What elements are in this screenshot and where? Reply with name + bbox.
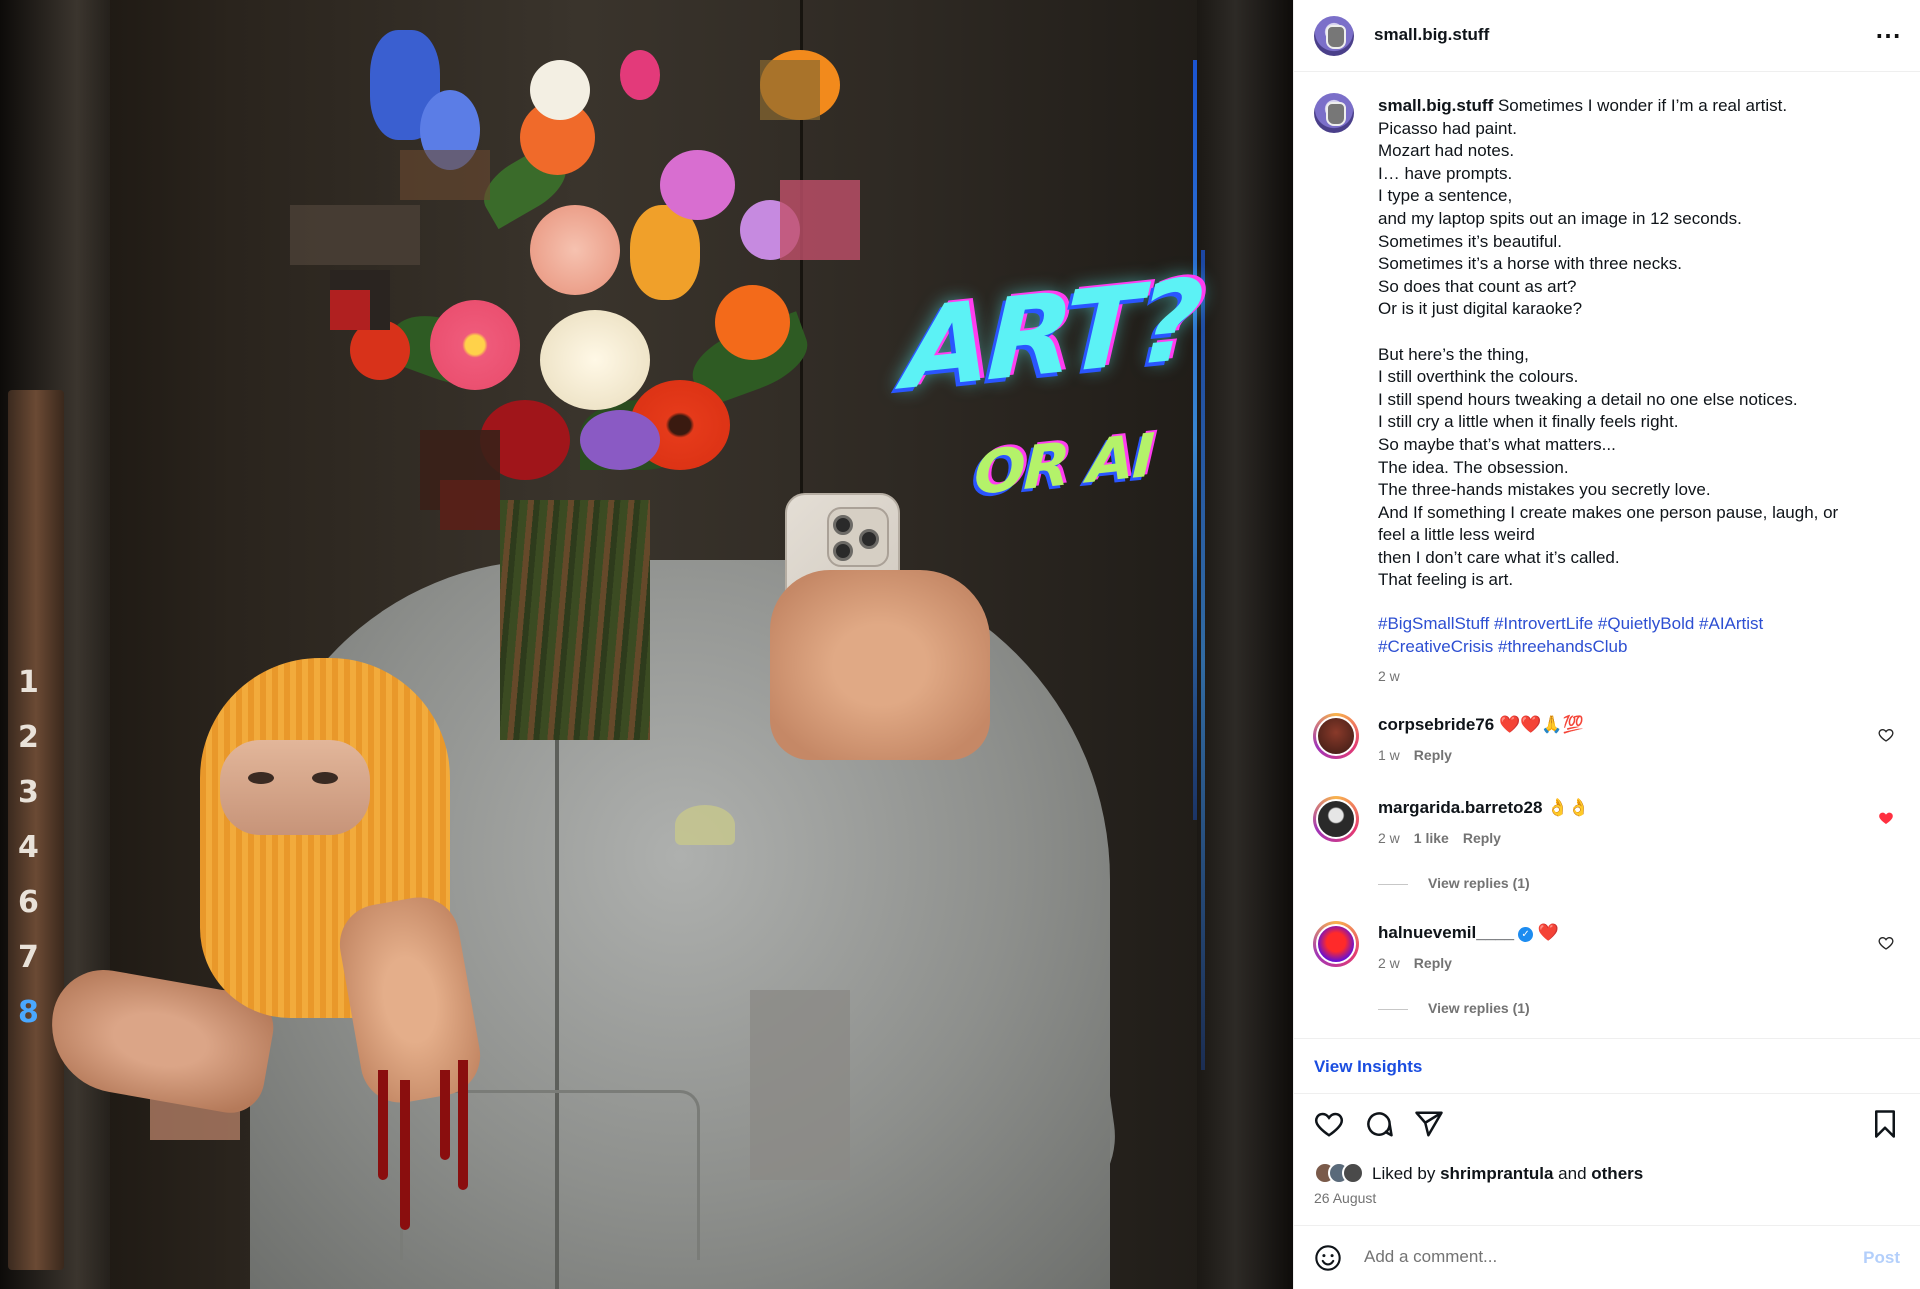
comment-username[interactable]: halnuevemil____ xyxy=(1378,923,1514,942)
comment-input[interactable] xyxy=(1364,1242,1824,1272)
hashtag-link[interactable]: #QuietlyBold xyxy=(1598,614,1694,633)
view-replies-button[interactable]: View replies (1) xyxy=(1378,1000,1530,1016)
comment-text: 👌👌 xyxy=(1547,798,1590,817)
comment-icon[interactable] xyxy=(1364,1109,1394,1139)
floor-button: 1 xyxy=(18,665,39,700)
elevator-wall-right xyxy=(1197,0,1293,1289)
caption-avatar[interactable] xyxy=(1314,93,1354,133)
comment-time[interactable]: 1 w xyxy=(1378,747,1400,763)
comment-text: ❤️ xyxy=(1537,923,1559,942)
post-caption: small.big.stuff Sometimes I wonder if I’… xyxy=(1378,96,1839,590)
liker-avatars[interactable] xyxy=(1314,1162,1364,1184)
pixelation-block xyxy=(290,205,420,265)
face xyxy=(220,740,370,835)
floor-button: 2 xyxy=(18,720,39,755)
view-replies-button[interactable]: View replies (1) xyxy=(1378,875,1530,891)
blue-light-strip xyxy=(1193,60,1197,820)
header-username[interactable]: small.big.stuff xyxy=(1374,25,1489,45)
hashtag-link[interactable]: #IntrovertLife xyxy=(1494,614,1593,633)
share-icon[interactable] xyxy=(1414,1109,1444,1139)
caption-username[interactable]: small.big.stuff xyxy=(1378,96,1493,115)
reply-button[interactable]: Reply xyxy=(1463,830,1501,846)
floor-button: 3 xyxy=(18,775,39,810)
avatar[interactable] xyxy=(1313,796,1359,842)
liker-username[interactable]: shrimprantula xyxy=(1440,1164,1553,1183)
bookmark-icon[interactable] xyxy=(1870,1109,1900,1139)
pixelation-block xyxy=(750,990,850,1180)
blue-light-strip xyxy=(1201,250,1205,1070)
comment-username[interactable]: corpsebride76 xyxy=(1378,715,1494,734)
pixelation-block xyxy=(760,60,820,120)
camera-icon xyxy=(827,507,889,567)
comment-time[interactable]: 2 w xyxy=(1378,830,1400,846)
comment-username[interactable]: margarida.barreto28 xyxy=(1378,798,1542,817)
pixelation-block xyxy=(400,150,490,200)
hashtag-link[interactable]: #BigSmallStuff xyxy=(1378,614,1489,633)
post-image[interactable]: 1 2 3 4 6 7 8 ART? OR AI xyxy=(0,0,1293,1289)
floor-button: 6 xyxy=(18,885,39,920)
post-date[interactable]: 26 August xyxy=(1314,1190,1376,1206)
pixelation-block xyxy=(440,480,500,530)
liked-by-summary: Liked by shrimprantula and others xyxy=(1314,1162,1643,1184)
comment-like-count[interactable]: 1 like xyxy=(1414,830,1449,846)
heart-icon[interactable] xyxy=(1878,727,1894,743)
comment-text: ❤️❤️🙏💯 xyxy=(1498,715,1584,734)
heart-icon[interactable] xyxy=(1314,1109,1344,1139)
verified-badge-icon: ✓ xyxy=(1518,927,1534,942)
floor-button: 7 xyxy=(18,940,39,975)
view-insights-link[interactable]: View Insights xyxy=(1314,1057,1422,1077)
avatar[interactable] xyxy=(1313,921,1359,967)
emoji-icon[interactable] xyxy=(1314,1244,1342,1272)
hashtags: #BigSmallStuff #IntrovertLife #QuietlyBo… xyxy=(1378,613,1898,658)
reply-button[interactable]: Reply xyxy=(1414,747,1452,763)
comment-item: corpsebride76 ❤️❤️🙏💯 1 w Reply xyxy=(1294,713,1920,793)
heart-filled-icon[interactable] xyxy=(1878,810,1894,826)
floor-button: 4 xyxy=(18,830,39,865)
post-comment-button[interactable]: Post xyxy=(1863,1248,1900,1268)
post-sidebar: small.big.stuff ⋯ small.big.stuff Someti… xyxy=(1293,0,1920,1289)
pixelation-block xyxy=(780,180,860,260)
hashtag-link[interactable]: #AIArtist xyxy=(1699,614,1763,633)
hoodie-logo xyxy=(675,805,735,845)
floor-button: 8 xyxy=(18,995,39,1030)
avatar[interactable] xyxy=(1314,16,1354,56)
reply-button[interactable]: Reply xyxy=(1414,955,1452,971)
heart-icon[interactable] xyxy=(1878,935,1894,951)
hashtag-link[interactable]: #CreativeCrisis xyxy=(1378,637,1493,656)
more-horizontal-icon[interactable]: ⋯ xyxy=(1875,20,1902,51)
comment-time[interactable]: 2 w xyxy=(1378,955,1400,971)
comment-item: halnuevemil____ ✓ ❤️ 2 w Reply xyxy=(1294,921,1920,1001)
comment-item: margarida.barreto28 👌👌 2 w 1 like Reply xyxy=(1294,796,1920,876)
post-header: small.big.stuff ⋯ xyxy=(1294,0,1920,72)
hand-holding-phone xyxy=(770,570,990,760)
pixelation-block xyxy=(330,290,370,330)
blood-drip xyxy=(378,1070,388,1180)
add-comment-bar: Post xyxy=(1294,1225,1920,1289)
action-bar: Liked by shrimprantula and others 26 Aug… xyxy=(1294,1095,1920,1225)
insights-bar: View Insights xyxy=(1294,1038,1920,1094)
likes-others-link[interactable]: others xyxy=(1591,1164,1643,1183)
overlay-title: ART? xyxy=(901,255,1202,415)
caption-timestamp[interactable]: 2 w xyxy=(1378,668,1400,684)
avatar[interactable] xyxy=(1313,713,1359,759)
overlay-subtitle: OR AI xyxy=(972,420,1154,510)
comments-scroll-area[interactable]: small.big.stuff Sometimes I wonder if I’… xyxy=(1294,73,1920,1038)
hashtag-link[interactable]: #threehandsClub xyxy=(1498,637,1627,656)
